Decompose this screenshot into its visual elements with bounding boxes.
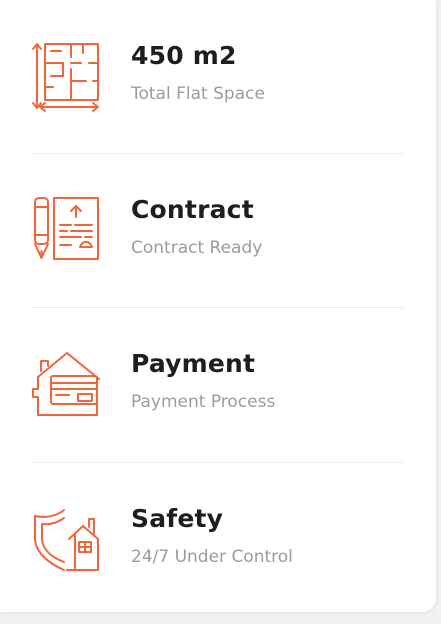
feature-flat-space: 450 m2 Total Flat Space: [0, 41, 436, 161]
divider: [33, 307, 404, 308]
feature-subtitle: Total Flat Space: [131, 84, 265, 104]
feature-subtitle: 24/7 Under Control: [131, 547, 293, 567]
divider: [33, 462, 404, 463]
payment-icon: [31, 349, 101, 421]
feature-title: Contract: [131, 195, 254, 224]
floor-plan-icon: [31, 41, 101, 113]
feature-payment: Payment Payment Process: [0, 349, 436, 469]
divider: [33, 153, 404, 154]
feature-subtitle: Payment Process: [131, 392, 276, 412]
feature-safety: Safety 24/7 Under Control: [0, 504, 436, 624]
features-card: 450 m2 Total Flat Space Contract Contrac…: [0, 0, 436, 612]
feature-subtitle: Contract Ready: [131, 238, 263, 258]
feature-contract: Contract Contract Ready: [0, 195, 436, 315]
safety-icon: [31, 504, 101, 576]
feature-title: 450 m2: [131, 41, 237, 70]
contract-icon: [31, 195, 101, 267]
feature-title: Payment: [131, 349, 256, 378]
feature-title: Safety: [131, 504, 224, 533]
